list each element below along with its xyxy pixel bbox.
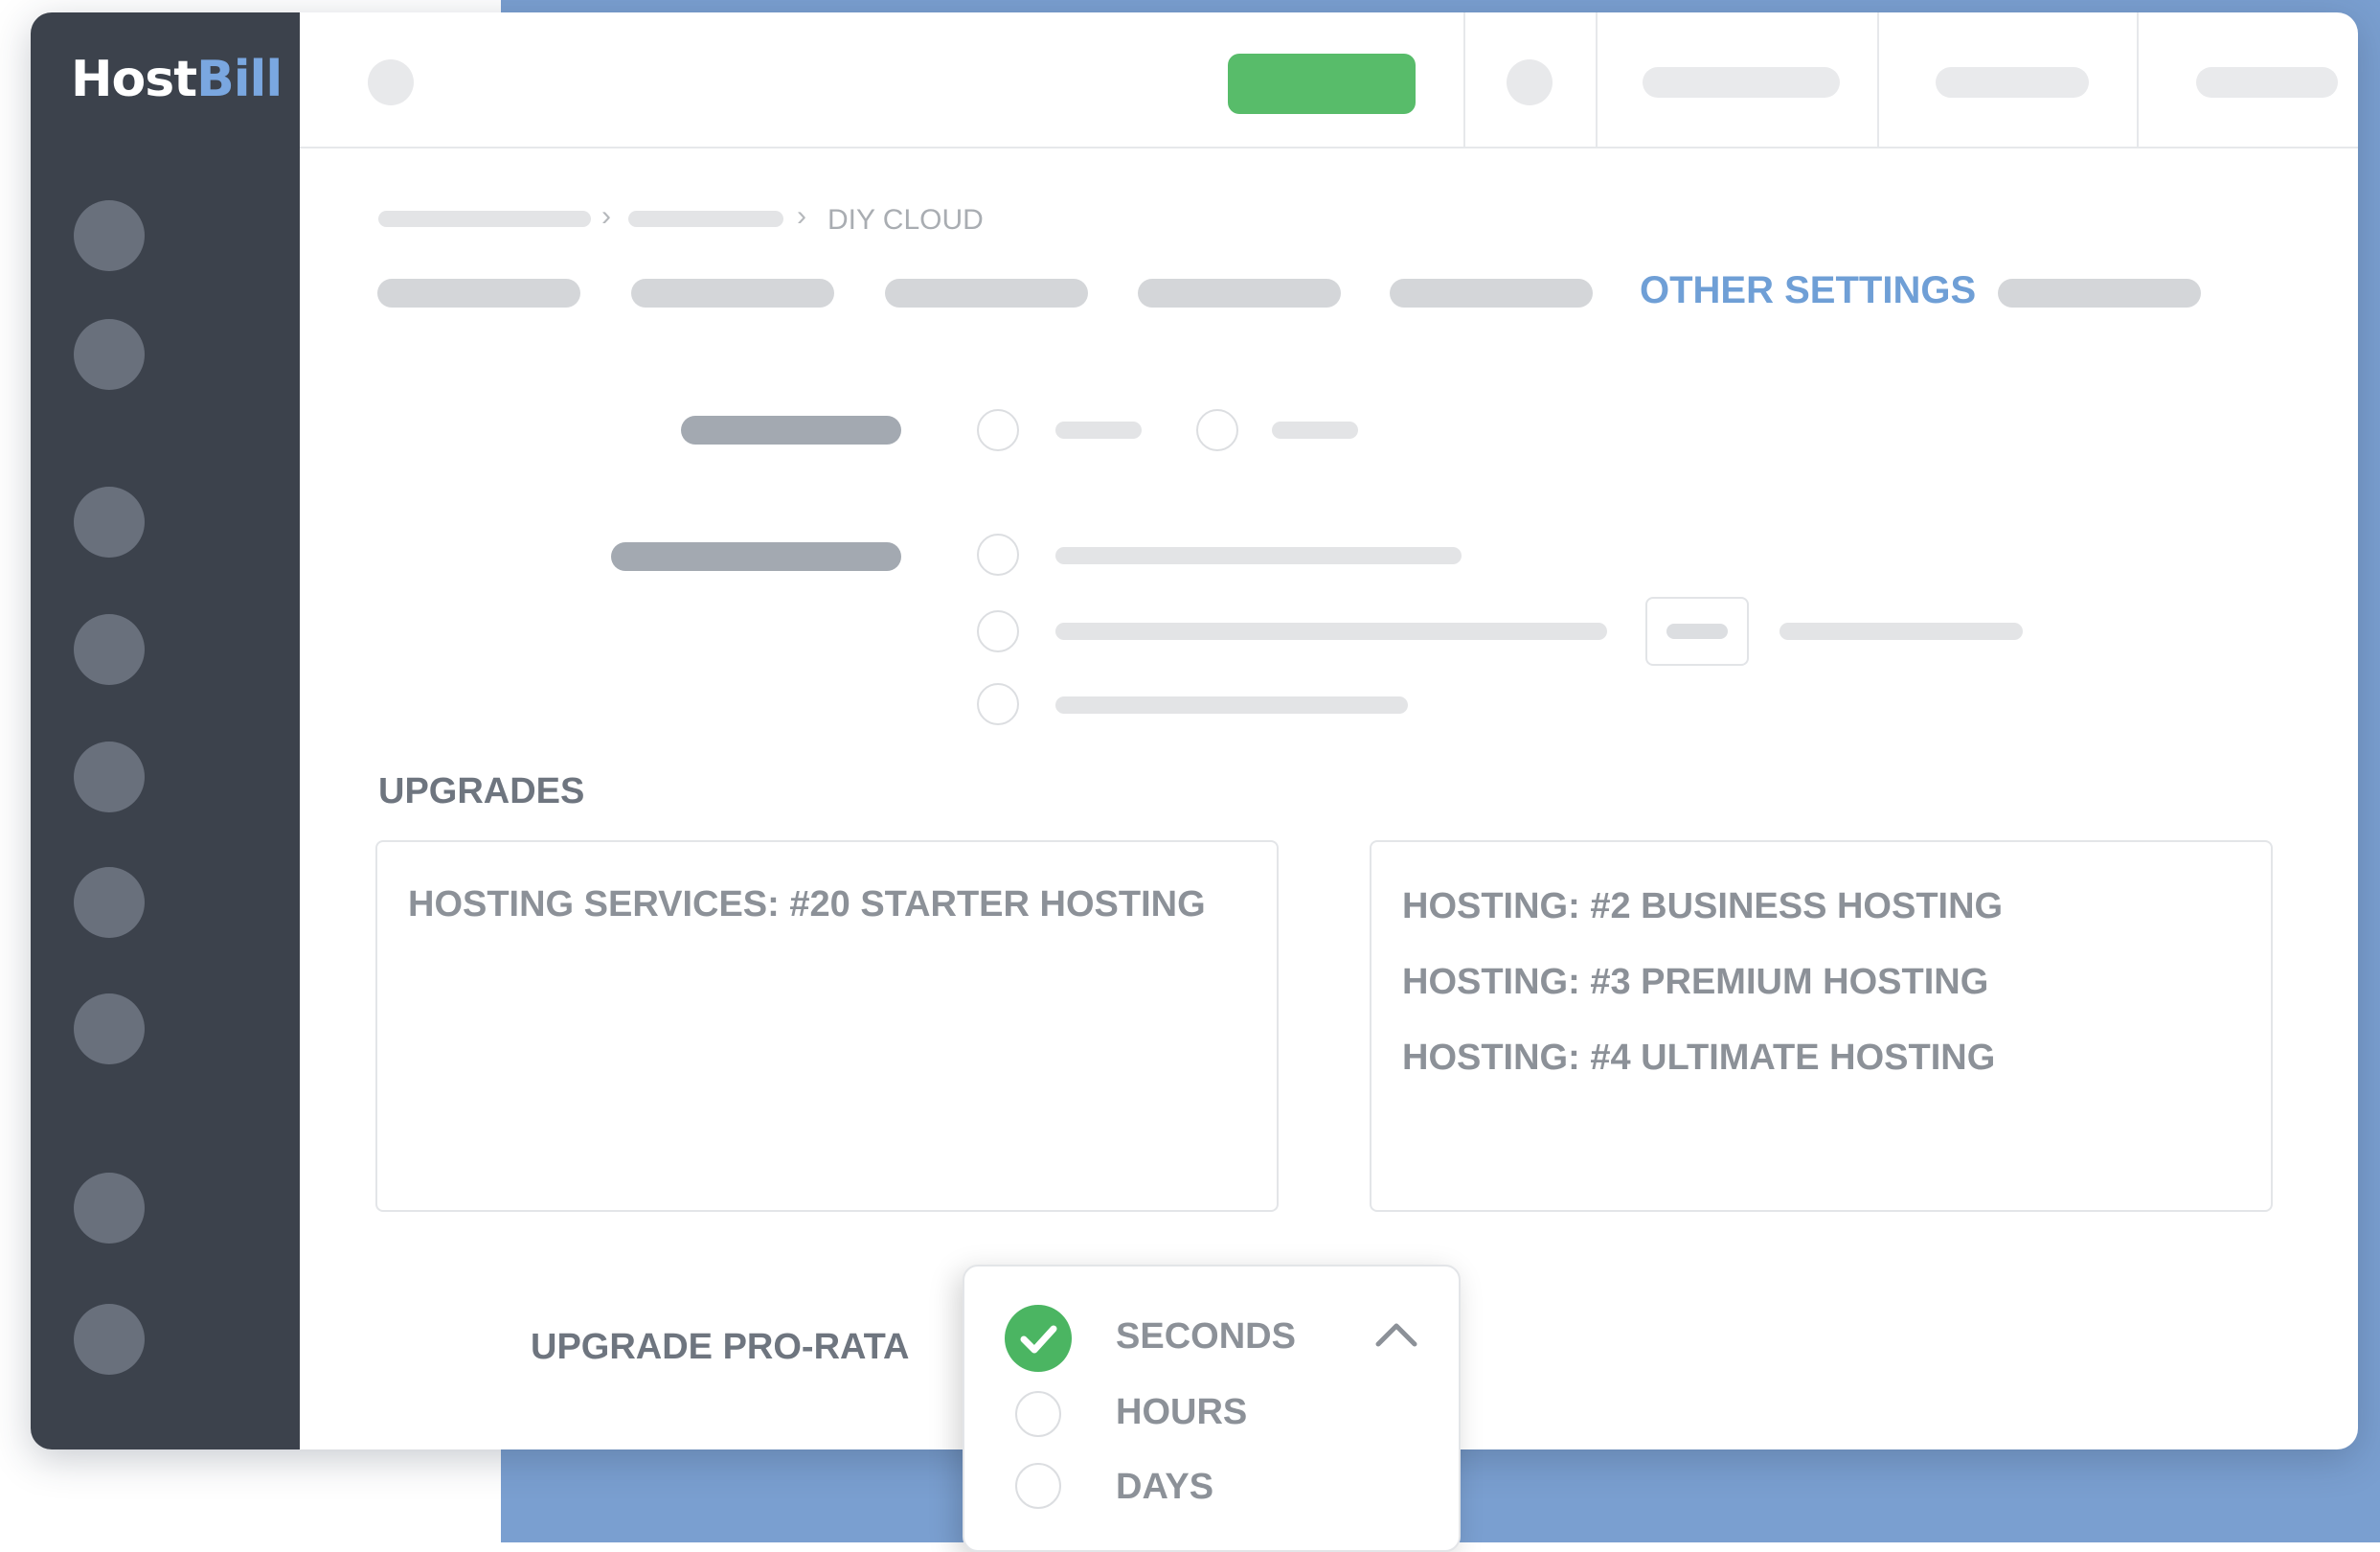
- radio-days[interactable]: [1015, 1463, 1061, 1509]
- hostbill-logo[interactable]: HostBill: [71, 51, 283, 108]
- radio-option-label: [1055, 623, 1607, 640]
- radio-option-label: [1055, 696, 1408, 714]
- list-item[interactable]: HOSTING: #4 ULTIMATE HOSTING: [1402, 1038, 1995, 1079]
- setting-label: [681, 416, 901, 445]
- list-item[interactable]: HOSTING: #3 PREMIUM HOSTING: [1402, 962, 1988, 1003]
- upgrades-title: UPGRADES: [378, 771, 585, 811]
- tab-item[interactable]: [1390, 279, 1593, 308]
- list-item[interactable]: HOSTING SERVICES: #20 STARTER HOSTING: [408, 884, 1206, 925]
- radio-option[interactable]: [977, 534, 1019, 576]
- upgrade-target-list[interactable]: HOSTING: #2 BUSINESS HOSTING HOSTING: #3…: [1370, 840, 2273, 1212]
- radio-hours[interactable]: [1015, 1391, 1061, 1437]
- sidebar-nav-item[interactable]: [74, 993, 145, 1064]
- sidebar-nav-item[interactable]: [74, 1304, 145, 1375]
- tab-item[interactable]: [631, 279, 834, 308]
- chevron-up-icon[interactable]: [1374, 1319, 1418, 1348]
- upgrade-source-list[interactable]: HOSTING SERVICES: #20 STARTER HOSTING: [375, 840, 1279, 1212]
- logo-host-text: Host: [71, 51, 197, 108]
- sidebar-nav-item[interactable]: [74, 319, 145, 390]
- option-days[interactable]: DAYS: [1116, 1467, 1213, 1508]
- chevron-right-icon: ›: [797, 200, 806, 232]
- radio-option[interactable]: [977, 409, 1019, 451]
- sidebar-nav-item[interactable]: [74, 614, 145, 685]
- app-window: HostBill › › DIY CLOUD OTHER SETTINGS UP…: [31, 12, 2358, 1449]
- sidebar-nav-item[interactable]: [74, 200, 145, 271]
- chevron-right-icon: ›: [601, 200, 611, 232]
- tab-item[interactable]: [885, 279, 1088, 308]
- top-bar-icon[interactable]: [368, 59, 414, 105]
- sidebar-nav-item[interactable]: [74, 487, 145, 558]
- logo-bill-text: Bill: [196, 51, 283, 108]
- tab-other-settings[interactable]: OTHER SETTINGS: [1640, 269, 1976, 312]
- tab-item[interactable]: [1998, 279, 2201, 308]
- number-input[interactable]: [1645, 597, 1749, 666]
- radio-option[interactable]: [977, 610, 1019, 652]
- list-item[interactable]: HOSTING: #2 BUSINESS HOSTING: [1402, 886, 2003, 927]
- divider: [1877, 12, 1879, 148]
- divider: [1596, 12, 1598, 148]
- tab-item[interactable]: [377, 279, 580, 308]
- breadcrumb-item[interactable]: [628, 211, 783, 227]
- check-circle-icon[interactable]: [1005, 1305, 1072, 1372]
- sidebar-nav-item[interactable]: [74, 1173, 145, 1244]
- radio-option[interactable]: [1196, 409, 1238, 451]
- top-menu-item[interactable]: [1643, 67, 1840, 98]
- sidebar: HostBill: [31, 12, 300, 1449]
- sidebar-nav-item[interactable]: [74, 742, 145, 812]
- divider: [2137, 12, 2139, 148]
- divider: [1463, 12, 1465, 148]
- setting-label: [611, 542, 901, 571]
- input-suffix-label: [1779, 623, 2023, 640]
- radio-option-label: [1272, 422, 1358, 439]
- option-seconds[interactable]: SECONDS: [1116, 1316, 1296, 1358]
- top-menu-item[interactable]: [1936, 67, 2089, 98]
- radio-option[interactable]: [977, 683, 1019, 725]
- tab-item[interactable]: [1138, 279, 1341, 308]
- top-menu-item[interactable]: [2196, 67, 2338, 98]
- breadcrumb-current: DIY CLOUD: [827, 204, 984, 236]
- prorata-dropdown[interactable]: SECONDS HOURS DAYS: [963, 1265, 1461, 1552]
- option-hours[interactable]: HOURS: [1116, 1392, 1247, 1433]
- primary-action-button[interactable]: [1228, 54, 1416, 114]
- sidebar-nav-item[interactable]: [74, 867, 145, 938]
- radio-option-label: [1055, 422, 1142, 439]
- radio-option-label: [1055, 547, 1462, 564]
- upgrade-prorata-label: UPGRADE PRO-RATA: [531, 1327, 910, 1367]
- number-input-value: [1666, 624, 1728, 639]
- top-bar-icon[interactable]: [1507, 59, 1553, 105]
- breadcrumb-item[interactable]: [378, 211, 591, 227]
- top-bar: [300, 12, 2358, 148]
